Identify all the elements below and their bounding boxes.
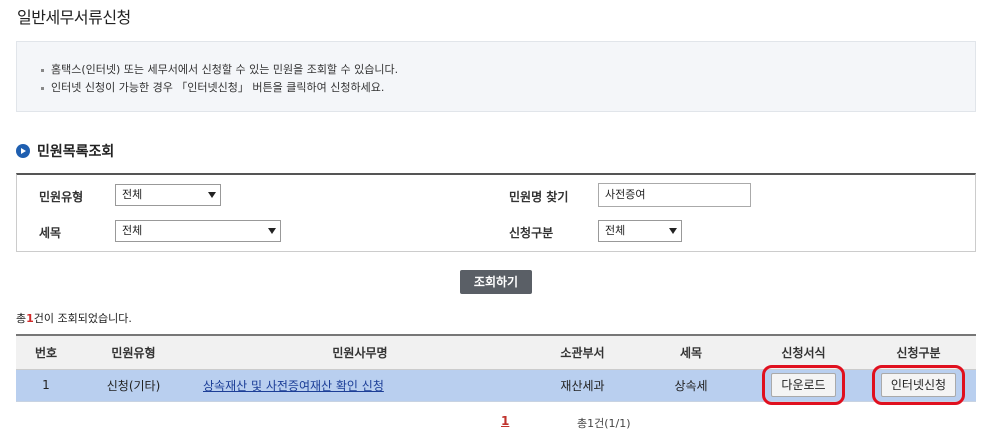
apply-select[interactable]: 전체 — [598, 220, 682, 242]
row-name-link[interactable]: 상속재산 및 사전증여재산 확인 신청 — [203, 379, 384, 393]
row-form-cell: 다운로드 — [746, 365, 861, 405]
table-row: 1 신청(기타) 상속재산 및 사전증여재산 확인 신청 재산세과 상속세 다운… — [16, 365, 976, 405]
arrow-circle-icon — [16, 144, 30, 158]
result-suffix: 건이 조회되었습니다. — [33, 312, 132, 325]
chevron-down-icon — [669, 228, 677, 234]
header-name: 민원사무명 — [191, 334, 529, 370]
row-name-cell: 상속재산 및 사전증여재산 확인 신청 — [191, 369, 529, 402]
download-button[interactable]: 다운로드 — [762, 365, 845, 405]
page-title: 일반세무서류신청 — [17, 8, 131, 27]
info-line: 인터넷 신청이 가능한 경우 「인터넷신청」 버튼을 클릭하여 신청하세요. — [41, 79, 398, 97]
search-panel: 민원유형 전체 민원명 찾기 사전증여 세목 전체 신청구분 전체 — [16, 173, 976, 252]
name-label: 민원명 찾기 — [509, 190, 569, 204]
result-table: 번호 민원유형 민원사무명 소관부서 세목 신청서식 신청구분 1 신청(기타)… — [16, 334, 976, 405]
pager-total: 총1건(1/1) — [577, 417, 631, 430]
table-header-row: 번호 민원유형 민원사무명 소관부서 세목 신청서식 신청구분 — [16, 334, 976, 370]
name-search-value: 사전증여 — [605, 188, 646, 201]
pager-current-page[interactable]: 1 — [501, 414, 509, 428]
row-tax: 상속세 — [636, 369, 746, 402]
internet-apply-button[interactable]: 인터넷신청 — [871, 365, 966, 405]
type-label: 민원유형 — [39, 190, 84, 204]
search-button[interactable]: 조회하기 — [460, 270, 532, 294]
header-no: 번호 — [16, 334, 76, 370]
info-list: 홈택스(인터넷) 또는 세무서에서 신청할 수 있는 민원을 조회할 수 있습니… — [41, 61, 398, 97]
tax-label: 세목 — [39, 226, 62, 240]
name-search-input[interactable]: 사전증여 — [598, 183, 751, 207]
header-type: 민원유형 — [76, 334, 191, 370]
header-apply: 신청구분 — [861, 334, 976, 370]
chevron-down-icon — [268, 228, 276, 234]
type-select[interactable]: 전체 — [115, 184, 221, 206]
section-title-text: 민원목록조회 — [37, 144, 115, 160]
row-no: 1 — [16, 369, 76, 402]
result-prefix: 총 — [16, 312, 27, 325]
row-type: 신청(기타) — [76, 369, 191, 402]
apply-select-value: 전체 — [605, 224, 626, 237]
section-title: 민원목록조회 — [16, 141, 114, 161]
chevron-down-icon — [208, 192, 216, 198]
header-dept: 소관부서 — [529, 334, 636, 370]
header-tax: 세목 — [636, 334, 746, 370]
type-select-value: 전체 — [122, 188, 143, 201]
result-number: 1 — [26, 312, 34, 325]
header-form: 신청서식 — [746, 334, 861, 370]
row-apply-cell: 인터넷신청 — [861, 365, 976, 405]
row-dept: 재산세과 — [529, 369, 636, 402]
tax-select[interactable]: 전체 — [115, 220, 281, 242]
info-line: 홈택스(인터넷) 또는 세무서에서 신청할 수 있는 민원을 조회할 수 있습니… — [41, 61, 398, 79]
info-box: 홈택스(인터넷) 또는 세무서에서 신청할 수 있는 민원을 조회할 수 있습니… — [16, 41, 976, 112]
result-count: 총1건이 조회되었습니다. — [16, 310, 132, 326]
tax-select-value: 전체 — [122, 224, 143, 237]
apply-label: 신청구분 — [509, 226, 554, 240]
